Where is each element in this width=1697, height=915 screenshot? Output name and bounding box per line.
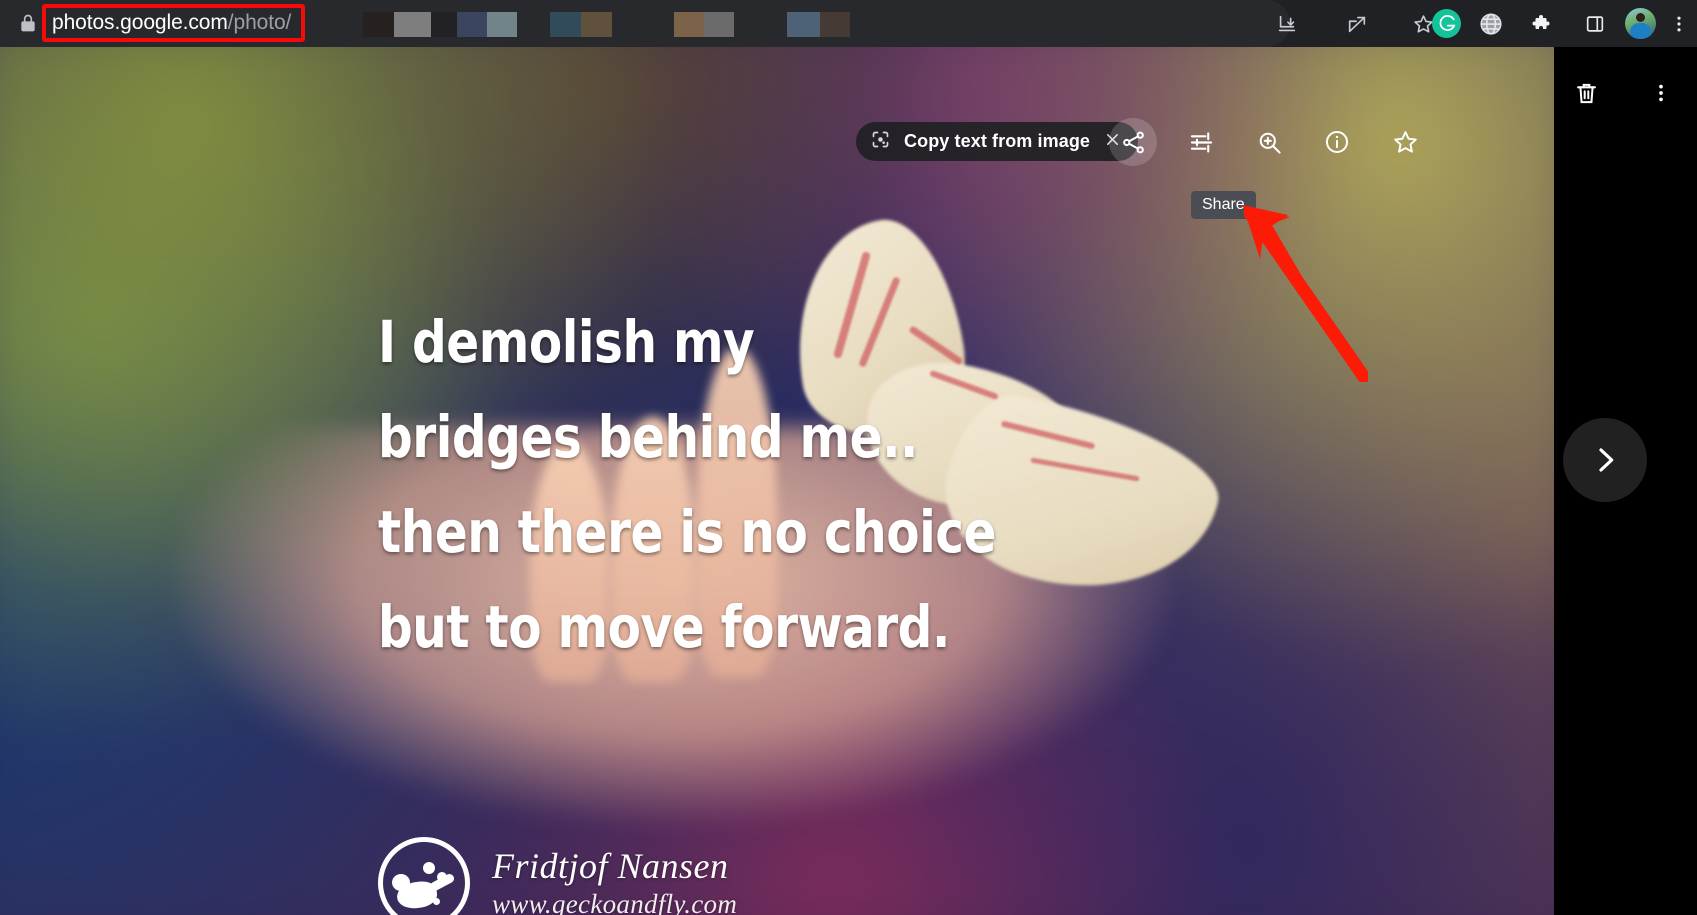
logo-swirl	[421, 890, 429, 898]
photo-stage[interactable]: I demolish my bridges behind me.. then t…	[0, 47, 1554, 915]
photo-credit: Fridtjof Nansen www.geckoandfly.com	[378, 837, 737, 915]
redacted-block	[581, 12, 612, 37]
redacted-block	[487, 12, 517, 37]
lock-icon[interactable]	[18, 13, 38, 33]
redacted-block	[674, 12, 704, 37]
redacted-block	[457, 12, 487, 37]
delete-button[interactable]	[1562, 69, 1610, 117]
url-text[interactable]: photos.google.com/photo/	[52, 11, 291, 35]
download-icon[interactable]	[1272, 9, 1302, 39]
quote-line: bridges behind me..	[378, 403, 919, 471]
logo-swirl	[437, 872, 447, 882]
redacted-block	[787, 12, 820, 37]
next-photo-button[interactable]	[1563, 418, 1647, 502]
website-url: www.geckoandfly.com	[492, 889, 738, 915]
more-options-button[interactable]	[1637, 69, 1685, 117]
copy-text-label: Copy text from image	[904, 131, 1091, 151]
favorite-button[interactable]	[1381, 118, 1429, 166]
url-path: /photo/	[227, 11, 292, 34]
logo-swirl	[423, 862, 435, 874]
share-button[interactable]	[1109, 118, 1157, 166]
logo-swirl	[433, 898, 440, 905]
logo-bird-head	[392, 874, 410, 891]
side-panel-icon[interactable]	[1580, 9, 1610, 39]
avatar-body	[1630, 23, 1651, 39]
credit-text: Fridtjof Nansen www.geckoandfly.com	[492, 845, 737, 915]
share-tooltip: Share	[1191, 191, 1256, 219]
info-button[interactable]	[1313, 118, 1361, 166]
redacted-block	[394, 12, 431, 37]
copy-text-from-image-pill[interactable]: Copy text from image	[856, 122, 1139, 161]
right-rail	[1554, 47, 1697, 915]
photo-viewer: I demolish my bridges behind me.. then t…	[0, 47, 1697, 915]
lens-text-icon	[870, 129, 891, 155]
browser-toolbar: photos.google.com/photo/	[0, 0, 1697, 47]
redacted-block	[363, 12, 394, 37]
redacted-block	[431, 12, 457, 37]
avatar-head	[1636, 13, 1645, 22]
profile-avatar[interactable]	[1625, 8, 1656, 39]
share-page-icon[interactable]	[1342, 9, 1372, 39]
chrome-menu-icon[interactable]	[1664, 9, 1694, 39]
quote-line: I demolish my	[378, 308, 755, 376]
redacted-block	[550, 12, 581, 37]
url-domain: photos.google.com	[52, 11, 228, 34]
zoom-in-button[interactable]	[1245, 118, 1293, 166]
redacted-block	[820, 12, 850, 37]
quote-text: I demolish my bridges behind me.. then t…	[378, 295, 1138, 675]
edit-button[interactable]	[1177, 118, 1225, 166]
author-name: Fridtjof Nansen	[492, 846, 729, 886]
redacted-block	[704, 12, 734, 37]
geckoandfly-logo	[378, 837, 470, 915]
quote-line: then there is no choice	[378, 498, 996, 566]
extensions-puzzle-icon[interactable]	[1528, 9, 1558, 39]
quote-line: but to move forward.	[378, 593, 950, 661]
grammarly-extension-icon[interactable]	[1432, 9, 1461, 38]
globe-extension-icon[interactable]	[1476, 9, 1506, 39]
